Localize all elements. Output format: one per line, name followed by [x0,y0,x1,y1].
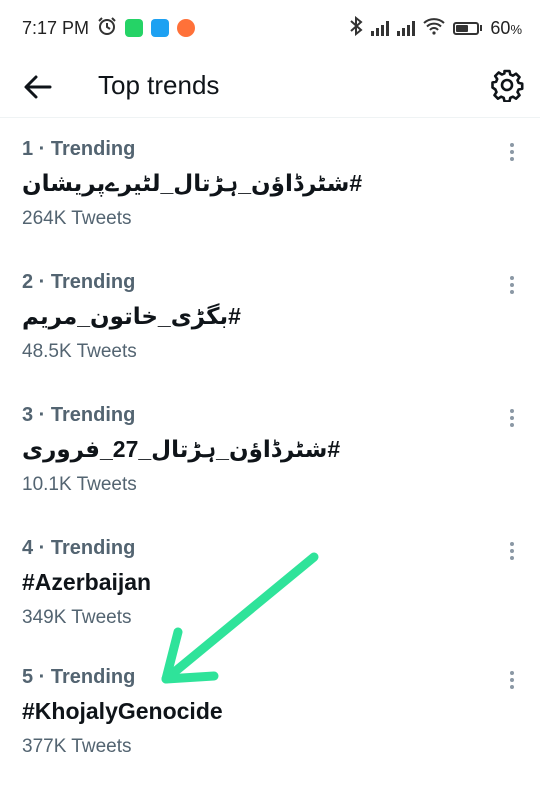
trend-tweet-count: 349K Tweets [22,607,132,628]
trend-name: #KhojalyGenocide [22,698,223,724]
header-bar: Top trends [0,56,540,118]
status-time: 7:17 PM [22,17,90,38]
whatsapp-icon [125,19,144,37]
trend-tweet-count: 264K Tweets [22,208,132,229]
trend-tweet-count: 377K Tweets [22,736,132,757]
trend-item[interactable]: 1 · Trending #شٹرڈاؤن_ہڑتال_لٹیرےپریشان … [0,138,540,268]
more-options-icon[interactable] [502,273,522,297]
trend-rank-label: 2 · Trending [22,271,136,293]
trend-tweet-count: 48.5K Tweets [22,341,137,362]
gear-icon [491,69,524,103]
firefox-icon [177,19,196,37]
trend-name: #شٹرڈاؤن_ہڑتال_27_فروری [22,436,341,462]
status-bar: 7:17 PM 60% [0,0,540,56]
signal-icon [371,20,390,36]
battery-icon [453,21,483,35]
more-options-icon[interactable] [502,406,522,430]
trend-rank-label: 3 · Trending [22,404,136,426]
trend-tweet-count: 10.1K Tweets [22,474,137,495]
trend-item[interactable]: 2 · Trending #بگڑی_خاتون_مریم 48.5K Twee… [0,271,540,401]
twitter-icon [151,19,170,37]
trend-item[interactable]: 4 · Trending #Azerbaijan 349K Tweets [0,537,540,667]
alarm-icon [97,16,117,41]
battery-percent: 60% [490,17,522,38]
trend-item[interactable]: 5 · Trending #KhojalyGenocide 377K Tweet… [0,666,540,796]
trend-name: #شٹرڈاؤن_ہڑتال_لٹیرےپریشان [22,170,363,196]
more-options-icon[interactable] [502,539,522,563]
page-title: Top trends [98,70,220,100]
trend-rank-label: 5 · Trending [22,666,136,688]
bluetooth-icon [349,15,363,41]
trend-name: #Azerbaijan [22,569,152,595]
more-options-icon[interactable] [502,140,522,164]
settings-button[interactable] [490,68,524,103]
wifi-icon [423,17,446,40]
more-options-icon[interactable] [502,668,522,692]
trend-name: #بگڑی_خاتون_مریم [22,303,241,329]
back-button[interactable] [22,72,54,102]
trend-rank-label: 1 · Trending [22,138,136,160]
arrow-left-icon [24,75,52,99]
trend-item[interactable]: 3 · Trending #شٹرڈاؤن_ہڑتال_27_فروری 10.… [0,404,540,534]
signal-icon-2 [397,20,416,36]
trend-rank-label: 4 · Trending [22,537,136,559]
